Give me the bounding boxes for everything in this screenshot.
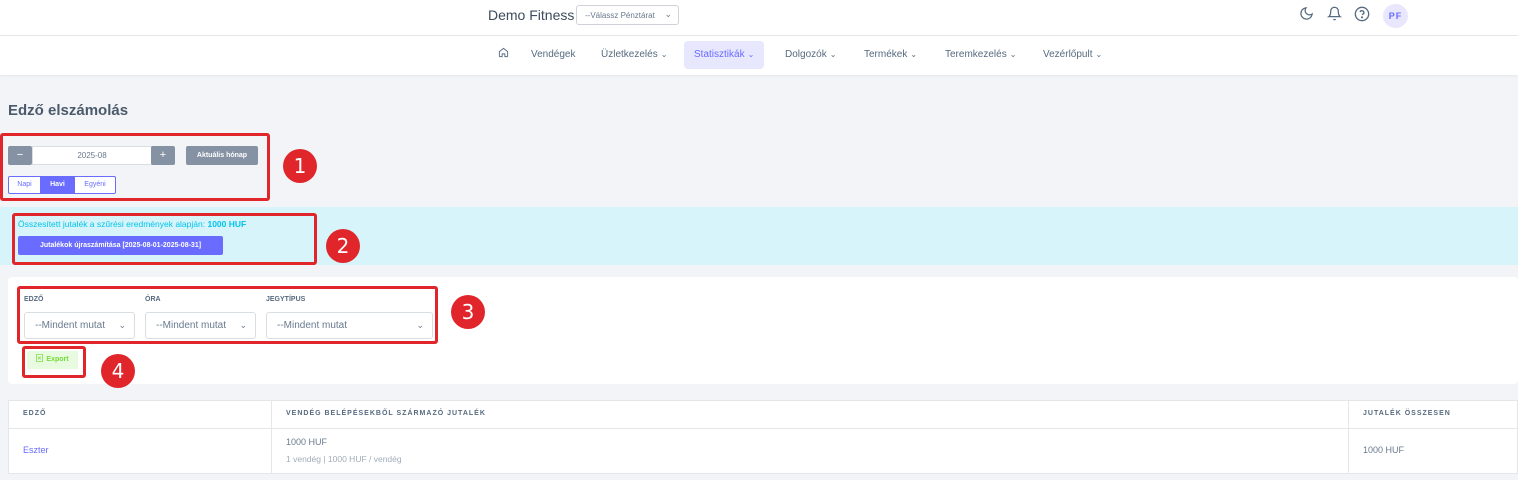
nav-termekek[interactable]: Termékek ⌄ xyxy=(854,41,927,69)
commission-table xyxy=(8,400,1518,474)
top-bar: Demo Fitness --Válassz Pénztárat ⌄ PF xyxy=(0,0,1518,36)
avatar[interactable]: PF xyxy=(1383,4,1408,28)
chevron-down-icon: ⌄ xyxy=(829,50,837,59)
annotation-box-1 xyxy=(0,133,270,201)
annotation-box-2 xyxy=(12,213,317,265)
register-select[interactable]: --Válassz Pénztárat ⌄ xyxy=(576,5,679,25)
brand-name: Demo Fitness xyxy=(488,7,575,23)
table-header-commission: VENDÉG BELÉPÉSEKBŐL SZÁRMAZÓ JUTALÉK xyxy=(286,410,486,417)
page-title: Edző elszámolás xyxy=(8,102,129,119)
nav-vezerlopult[interactable]: Vezérlőpult ⌄ xyxy=(1033,41,1112,69)
register-select-value: --Válassz Pénztárat xyxy=(585,11,655,20)
table-row-commission-detail: 1 vendég | 1000 HUF / vendég xyxy=(286,454,402,464)
nav-dolgozok[interactable]: Dolgozók ⌄ xyxy=(775,41,846,69)
annotation-badge-1: 1 xyxy=(283,149,317,183)
chevron-down-icon: ⌄ xyxy=(664,9,672,19)
chevron-down-icon: ⌄ xyxy=(910,50,918,59)
home-icon xyxy=(498,47,509,58)
annotation-badge-2: 2 xyxy=(326,229,360,263)
nav-statisztikak[interactable]: Statisztikák ⌄ xyxy=(684,41,765,69)
nav-vendegek[interactable]: Vendégek xyxy=(521,41,586,69)
table-row-commission: 1000 HUF xyxy=(286,437,328,447)
annotation-box-4 xyxy=(22,346,86,378)
table-header-trainer: EDZŐ xyxy=(23,410,47,417)
nav-home[interactable] xyxy=(488,41,519,69)
chevron-down-icon: ⌄ xyxy=(747,50,755,59)
chevron-down-icon: ⌄ xyxy=(1009,50,1017,59)
table-row-trainer-link[interactable]: Eszter xyxy=(23,445,49,455)
nav-teremkezeles[interactable]: Teremkezelés ⌄ xyxy=(935,41,1026,69)
main-nav: Vendégek Üzletkezelés ⌄ Statisztikák ⌄ Dol… xyxy=(0,36,1518,75)
help-icon[interactable] xyxy=(1353,6,1371,24)
table-row-total: 1000 HUF xyxy=(1363,445,1405,455)
bell-icon[interactable] xyxy=(1325,6,1343,24)
chevron-down-icon: ⌄ xyxy=(660,50,668,59)
annotation-box-3 xyxy=(17,286,438,344)
annotation-badge-4: 4 xyxy=(101,354,135,388)
chevron-down-icon: ⌄ xyxy=(1095,50,1103,59)
table-header-total: JUTALÉK ÖSSZESEN xyxy=(1363,410,1451,417)
moon-icon[interactable] xyxy=(1297,6,1315,24)
nav-uzletkezeles[interactable]: Üzletkezelés ⌄ xyxy=(591,41,677,69)
annotation-badge-3: 3 xyxy=(451,295,485,329)
